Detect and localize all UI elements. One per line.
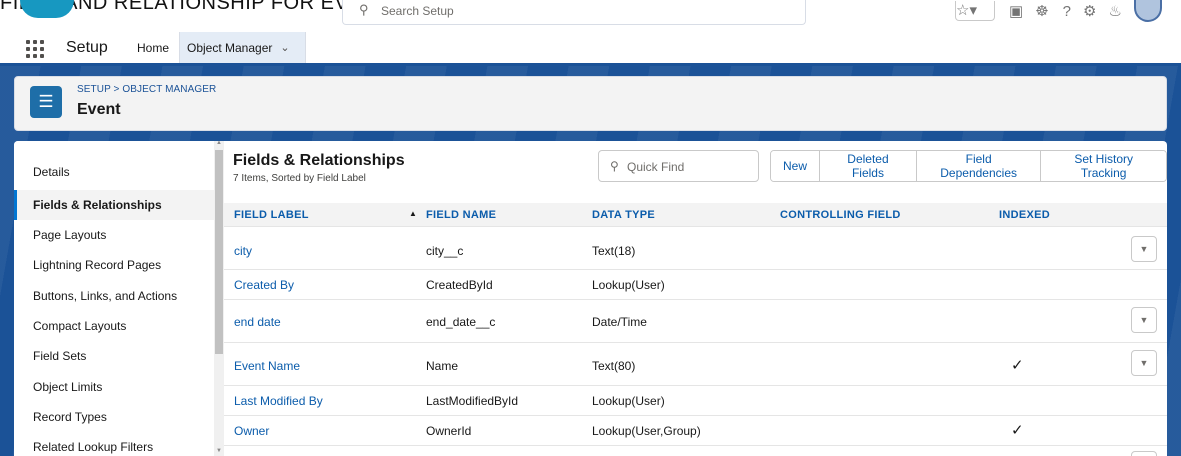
field-label-link[interactable]: Created By xyxy=(234,278,294,292)
table-header: FIELD LABEL ▲ FIELD NAME DATA TYPE CONTR… xyxy=(224,203,1167,227)
sidebar-item-fields-relationships[interactable]: Fields & Relationships xyxy=(14,190,214,220)
scroll-up-icon[interactable]: ▲ xyxy=(216,141,222,146)
trailhead-icon[interactable]: ☸ xyxy=(1035,2,1048,20)
field-api-name: city__c xyxy=(426,244,464,258)
table-row xyxy=(224,446,1167,456)
column-header-field-name[interactable]: FIELD NAME xyxy=(426,209,496,221)
sidebar-scroll-thumb[interactable] xyxy=(215,150,223,354)
nav-tab-home[interactable]: Home xyxy=(127,32,179,63)
set-history-tracking-button[interactable]: Set History Tracking xyxy=(1040,151,1166,181)
utility-bar: ☆▾ ▣ ☸ ? ⚙ ♨ xyxy=(955,0,1162,22)
global-search-input[interactable]: ⚲ Search Setup xyxy=(342,0,806,25)
sidebar-item-compact-layouts[interactable]: Compact Layouts xyxy=(14,311,214,341)
sidebar-scrollbar[interactable]: ▲ ▼ xyxy=(214,141,224,456)
sidebar-item-details[interactable]: Details xyxy=(14,157,214,187)
main-panel: Details Fields & Relationships Page Layo… xyxy=(14,141,1167,456)
column-header-controlling-field[interactable]: CONTROLLING FIELD xyxy=(780,209,901,221)
sidebar: Details Fields & Relationships Page Layo… xyxy=(14,141,214,456)
page-header: ☰ SETUP > OBJECT MANAGER Event xyxy=(14,76,1167,131)
table-row: Created By CreatedById Lookup(User) xyxy=(224,270,1167,300)
page-title: Event xyxy=(77,101,121,118)
add-icon[interactable]: ▣ xyxy=(1009,2,1023,20)
table-row: city city__c Text(18) ▼ xyxy=(224,227,1167,270)
field-data-type: Date/Time xyxy=(592,315,647,329)
layers-icon: ☰ xyxy=(30,86,62,118)
field-api-name: OwnerId xyxy=(426,424,472,438)
indexed-checkmark-icon: ✓ xyxy=(1011,422,1024,439)
sidebar-item-field-sets[interactable]: Field Sets xyxy=(14,341,214,371)
global-search-placeholder: Search Setup xyxy=(381,4,454,18)
action-button-group: New Deleted Fields Field Dependencies Se… xyxy=(770,150,1167,182)
search-icon: ⚲ xyxy=(610,159,619,173)
table-row: Last Modified By LastModifiedById Lookup… xyxy=(224,386,1167,416)
new-button[interactable]: New xyxy=(771,151,820,181)
avatar[interactable] xyxy=(1133,0,1162,22)
sidebar-item-object-limits[interactable]: Object Limits xyxy=(14,372,214,402)
gear-icon[interactable]: ⚙ xyxy=(1083,2,1096,20)
field-label-link[interactable]: Owner xyxy=(234,424,269,438)
field-data-type: Lookup(User) xyxy=(592,394,665,408)
deleted-fields-button[interactable]: Deleted Fields xyxy=(819,151,916,181)
app-name: Setup xyxy=(66,39,108,56)
table-row: Event Name Name Text(80) ✓ ▼ xyxy=(224,343,1167,386)
search-icon: ⚲ xyxy=(359,2,369,17)
field-data-type: Lookup(User,Group) xyxy=(592,424,701,438)
sidebar-item-buttons-links-actions[interactable]: Buttons, Links, and Actions xyxy=(14,281,214,311)
sidebar-item-related-lookup-filters[interactable]: Related Lookup Filters xyxy=(14,432,214,456)
field-dependencies-button[interactable]: Field Dependencies xyxy=(915,151,1041,181)
row-actions-caret-down-icon[interactable]: ▼ xyxy=(1131,350,1157,376)
indexed-checkmark-icon: ✓ xyxy=(1011,357,1024,374)
nav-tab-object-manager[interactable]: Object Manager ⌄ xyxy=(179,32,306,63)
column-header-field-label[interactable]: FIELD LABEL xyxy=(234,209,309,221)
scroll-down-icon[interactable]: ▼ xyxy=(216,448,222,454)
field-api-name: LastModifiedById xyxy=(426,394,519,408)
table-row: end date end_date__c Date/Time ▼ xyxy=(224,300,1167,343)
chevron-down-icon: ▾ xyxy=(969,2,977,19)
chevron-down-icon[interactable]: ⌄ xyxy=(280,41,289,54)
section-title: Fields & Relationships xyxy=(233,152,405,169)
app-launcher-icon[interactable] xyxy=(26,40,44,58)
sort-ascending-icon[interactable]: ▲ xyxy=(409,209,417,218)
field-api-name: CreatedById xyxy=(426,278,493,292)
star-icon: ☆ xyxy=(956,2,970,19)
sidebar-item-record-types[interactable]: Record Types xyxy=(14,402,214,432)
breadcrumb[interactable]: SETUP > OBJECT MANAGER xyxy=(77,84,216,95)
field-data-type: Text(80) xyxy=(592,359,636,373)
field-data-type: Lookup(User) xyxy=(592,278,665,292)
help-icon[interactable]: ? xyxy=(1063,3,1071,20)
field-data-type: Text(18) xyxy=(592,244,636,258)
column-header-indexed[interactable]: INDEXED xyxy=(999,209,1050,221)
salesforce-logo[interactable] xyxy=(20,0,74,18)
table-row: Owner OwnerId Lookup(User,Group) ✓ xyxy=(224,416,1167,446)
favorites-button[interactable]: ☆▾ xyxy=(955,1,995,21)
sidebar-item-lightning-record-pages[interactable]: Lightning Record Pages xyxy=(14,250,214,280)
sidebar-item-page-layouts[interactable]: Page Layouts xyxy=(14,220,214,250)
row-actions-caret-down-icon[interactable]: ▼ xyxy=(1131,236,1157,262)
field-api-name: end_date__c xyxy=(426,315,496,329)
row-actions-caret-down-icon[interactable]: ▼ xyxy=(1131,307,1157,333)
field-label-link[interactable]: Event Name xyxy=(234,359,300,373)
section-subtitle: 7 Items, Sorted by Field Label xyxy=(233,173,366,184)
quick-find-placeholder: Quick Find xyxy=(627,160,685,174)
field-label-link[interactable]: city xyxy=(234,244,252,258)
field-label-link[interactable]: Last Modified By xyxy=(234,394,323,408)
bell-icon[interactable]: ♨ xyxy=(1108,2,1121,20)
field-api-name: Name xyxy=(426,359,459,373)
context-bar: Setup Home Object Manager ⌄ xyxy=(0,32,1181,66)
field-label-link[interactable]: end date xyxy=(234,315,281,329)
column-header-data-type[interactable]: DATA TYPE xyxy=(592,209,655,221)
row-actions-caret-down-icon[interactable] xyxy=(1131,451,1157,456)
quick-find-input[interactable]: ⚲ Quick Find xyxy=(598,150,759,182)
fields-content: Fields & Relationships 7 Items, Sorted b… xyxy=(224,141,1167,456)
nav-tab-object-manager-label: Object Manager xyxy=(187,40,273,55)
